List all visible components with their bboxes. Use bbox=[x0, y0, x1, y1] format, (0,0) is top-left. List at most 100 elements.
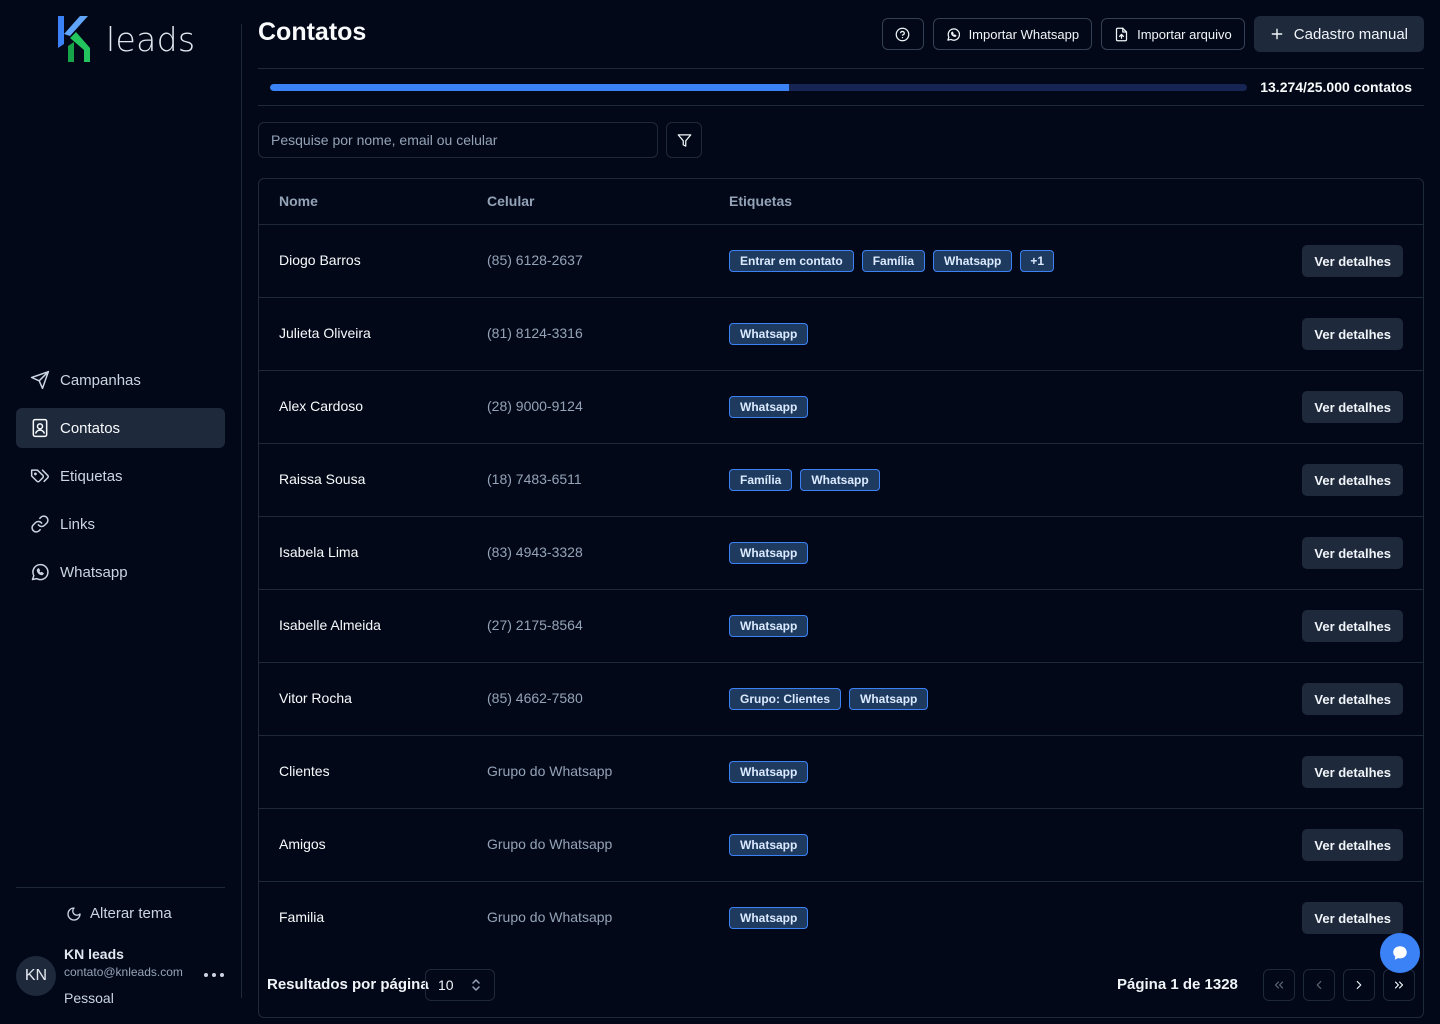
contact-tags: Whatsapp bbox=[729, 761, 809, 783]
header-divider bbox=[258, 68, 1424, 69]
table-row: Amigos Grupo do Whatsapp Whatsapp Ver detal… bbox=[259, 809, 1423, 882]
contact-name: Diogo Barros bbox=[279, 252, 361, 268]
table-header: Nome Celular Etiquetas bbox=[259, 179, 1423, 225]
search-input[interactable] bbox=[258, 122, 658, 158]
tag-badge: Família bbox=[729, 469, 793, 491]
manual-register-button[interactable]: Cadastro manual bbox=[1253, 16, 1424, 52]
whatsapp-icon bbox=[946, 27, 960, 41]
tag-badge: Entrar em contato bbox=[729, 250, 854, 272]
contact-phone: Grupo do Whatsapp bbox=[487, 836, 613, 852]
previous-page-button[interactable] bbox=[1303, 969, 1335, 1001]
contact-name: Familia bbox=[279, 909, 325, 925]
per-page-label: Resultados por página bbox=[267, 976, 429, 993]
column-header-name[interactable]: Nome bbox=[279, 193, 318, 209]
tag-badge: Whatsapp bbox=[729, 834, 809, 856]
tag-badge: Whatsapp bbox=[800, 469, 880, 491]
contact-phone: (28) 9000-9124 bbox=[487, 398, 583, 414]
view-details-button[interactable]: Ver detalhes bbox=[1302, 902, 1403, 934]
sidebar-item-label: Campanhas bbox=[60, 371, 141, 389]
tag-badge: Whatsapp bbox=[729, 396, 809, 418]
contact-name: Clientes bbox=[279, 763, 330, 779]
sidebar-item-contatos[interactable]: Contatos bbox=[16, 408, 225, 448]
chat-support-button[interactable] bbox=[1380, 933, 1420, 973]
chevrons-left-icon bbox=[1274, 981, 1284, 989]
contacts-quota-progress bbox=[270, 84, 1247, 91]
sidebar-item-links[interactable]: Links bbox=[16, 504, 225, 544]
column-header-tags[interactable]: Etiquetas bbox=[729, 193, 792, 209]
contacts-quota-label: 13.274/25.000 contatos bbox=[1260, 79, 1412, 95]
contact-tags: Entrar em contato Família Whatsapp +1 bbox=[729, 250, 1055, 272]
progress-divider bbox=[258, 105, 1424, 106]
tag-badge: Whatsapp bbox=[729, 615, 809, 637]
chevron-left-icon bbox=[1316, 980, 1322, 990]
chevron-right-icon bbox=[1356, 980, 1362, 990]
tag-badge: Whatsapp bbox=[729, 323, 809, 345]
file-upload-icon bbox=[1115, 27, 1128, 41]
contact-name: Raissa Sousa bbox=[279, 471, 366, 487]
chevrons-right-icon bbox=[1394, 981, 1404, 989]
view-details-button[interactable]: Ver detalhes bbox=[1302, 318, 1403, 350]
theme-toggle-button[interactable]: Alterar tema bbox=[66, 905, 172, 922]
manual-register-label: Cadastro manual bbox=[1293, 25, 1408, 43]
link-icon bbox=[31, 515, 49, 533]
first-page-button[interactable] bbox=[1263, 969, 1295, 1001]
import-whatsapp-button[interactable]: Importar Whatsapp bbox=[932, 18, 1093, 50]
user-plan: Pessoal bbox=[64, 990, 114, 1006]
view-details-button[interactable]: Ver detalhes bbox=[1302, 829, 1403, 861]
per-page-value: 10 bbox=[438, 977, 454, 993]
logo-text: leads bbox=[106, 19, 196, 59]
table-row: Clientes Grupo do Whatsapp Whatsapp Ver det… bbox=[259, 736, 1423, 809]
sidebar-nav: Campanhas Contatos Etiquetas Links Whats… bbox=[16, 360, 225, 600]
contact-book-icon bbox=[32, 418, 48, 438]
view-details-button[interactable]: Ver detalhes bbox=[1302, 683, 1403, 715]
view-details-button[interactable]: Ver detalhes bbox=[1302, 537, 1403, 569]
next-page-button[interactable] bbox=[1343, 969, 1375, 1001]
help-button[interactable] bbox=[881, 18, 924, 50]
per-page-select[interactable]: 10 bbox=[425, 969, 495, 1001]
contact-phone: (81) 8124-3316 bbox=[487, 325, 583, 341]
table-row: Familia Grupo do Whatsapp Whatsapp Ver deta… bbox=[259, 882, 1423, 955]
pager-controls bbox=[1263, 969, 1415, 1001]
theme-toggle-label: Alterar tema bbox=[90, 905, 172, 922]
sidebar-item-label: Contatos bbox=[60, 419, 121, 437]
sidebar-item-etiquetas[interactable]: Etiquetas bbox=[16, 456, 225, 496]
contact-phone: Grupo do Whatsapp bbox=[487, 909, 613, 925]
moon-icon bbox=[67, 906, 81, 921]
logo[interactable]: leads bbox=[56, 16, 195, 62]
page-title: Contatos bbox=[258, 18, 367, 46]
view-details-button[interactable]: Ver detalhes bbox=[1302, 245, 1403, 277]
tag-badge: Whatsapp bbox=[729, 907, 809, 929]
sidebar-divider bbox=[16, 887, 225, 888]
tag-badge: Whatsapp bbox=[933, 250, 1013, 272]
chevron-up-down-icon bbox=[472, 979, 480, 991]
avatar[interactable]: KN bbox=[16, 956, 56, 996]
sidebar: leads Campanhas Contatos Etiquetas Links… bbox=[0, 0, 242, 1024]
last-page-button[interactable] bbox=[1383, 969, 1415, 1001]
tags-icon bbox=[30, 469, 49, 483]
import-whatsapp-label: Importar Whatsapp bbox=[968, 26, 1080, 42]
tag-badge: Whatsapp bbox=[729, 761, 809, 783]
column-header-phone[interactable]: Celular bbox=[487, 193, 534, 209]
more-tags-badge[interactable]: +1 bbox=[1020, 250, 1055, 272]
header-actions: Importar Whatsapp Importar arquivo Cadas… bbox=[881, 16, 1424, 52]
contact-phone: (18) 7483-6511 bbox=[487, 471, 582, 487]
pagination-bar: Resultados por página 10 Página 1 de 132… bbox=[258, 965, 1424, 1005]
view-details-button[interactable]: Ver detalhes bbox=[1302, 391, 1403, 423]
contact-tags: Whatsapp bbox=[729, 396, 809, 418]
filter-button[interactable] bbox=[666, 122, 702, 158]
contact-name: Alex Cardoso bbox=[279, 398, 364, 414]
view-details-button[interactable]: Ver detalhes bbox=[1302, 464, 1403, 496]
more-options-icon[interactable] bbox=[204, 967, 224, 983]
tag-badge: Whatsapp bbox=[849, 688, 929, 710]
table-row: Diogo Barros (85) 6128-2637 Entrar em cont… bbox=[259, 225, 1423, 298]
contact-name: Julieta Oliveira bbox=[279, 325, 371, 341]
contact-phone: (83) 4943-3328 bbox=[487, 544, 583, 560]
view-details-button[interactable]: Ver detalhes bbox=[1302, 756, 1403, 788]
chat-bubble-icon bbox=[1393, 946, 1407, 960]
contact-tags: Família Whatsapp bbox=[729, 469, 880, 491]
sidebar-item-campanhas[interactable]: Campanhas bbox=[16, 360, 225, 400]
contact-phone: (85) 4662-7580 bbox=[487, 690, 583, 706]
sidebar-item-whatsapp[interactable]: Whatsapp bbox=[16, 552, 225, 592]
view-details-button[interactable]: Ver detalhes bbox=[1302, 610, 1403, 642]
import-file-button[interactable]: Importar arquivo bbox=[1101, 18, 1245, 50]
